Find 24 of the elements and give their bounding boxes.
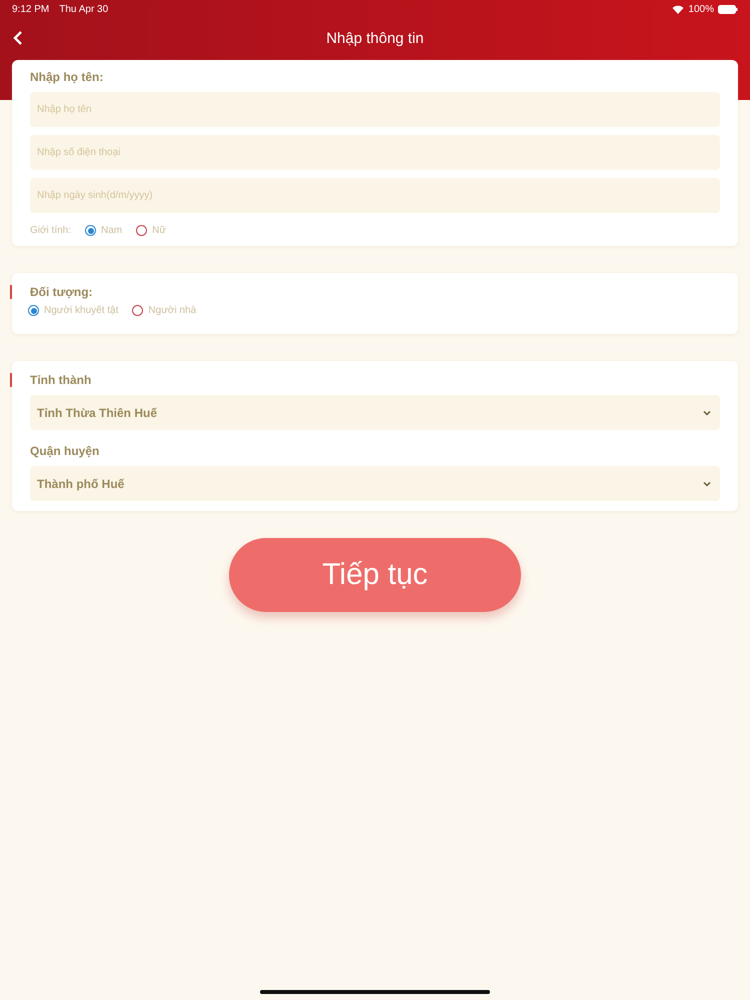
section-label: Đối tượng:: [30, 285, 94, 299]
radio-option[interactable]: Nam: [85, 225, 122, 236]
status-time: 9:12 PM: [12, 4, 50, 14]
select-label: Tỉnh thành: [30, 373, 92, 387]
dropdown-select[interactable]: Tỉnh Thừa Thiên Huế: [30, 395, 720, 430]
continue-button[interactable]: Tiếp tục: [229, 538, 521, 612]
marker-bar: [10, 373, 12, 387]
back-icon[interactable]: [12, 30, 24, 46]
radio-option[interactable]: Người khuyết tật: [28, 305, 118, 316]
status-date: Thu Apr 30: [59, 4, 108, 14]
gender-label: Giới tính:: [30, 225, 72, 236]
page-title: Nhập thông tin: [326, 30, 424, 46]
wifi-icon: [672, 4, 684, 14]
radio-option[interactable]: Người nhà: [132, 305, 196, 316]
input-field[interactable]: Nhập số điện thoại: [30, 135, 720, 170]
marker-bar: [10, 285, 12, 299]
input-field[interactable]: Nhập họ tên: [30, 92, 720, 127]
radio-option[interactable]: Nữ: [136, 225, 166, 236]
dropdown-select[interactable]: Thành phố Huế: [30, 466, 720, 501]
input-field[interactable]: Nhập ngày sinh(d/m/yyyy): [30, 178, 720, 213]
section-label: Nhập họ tên:: [30, 70, 104, 84]
battery-percent: 100%: [688, 4, 714, 14]
select-label: Quận huyện: [30, 444, 100, 458]
battery-icon: [718, 4, 738, 14]
